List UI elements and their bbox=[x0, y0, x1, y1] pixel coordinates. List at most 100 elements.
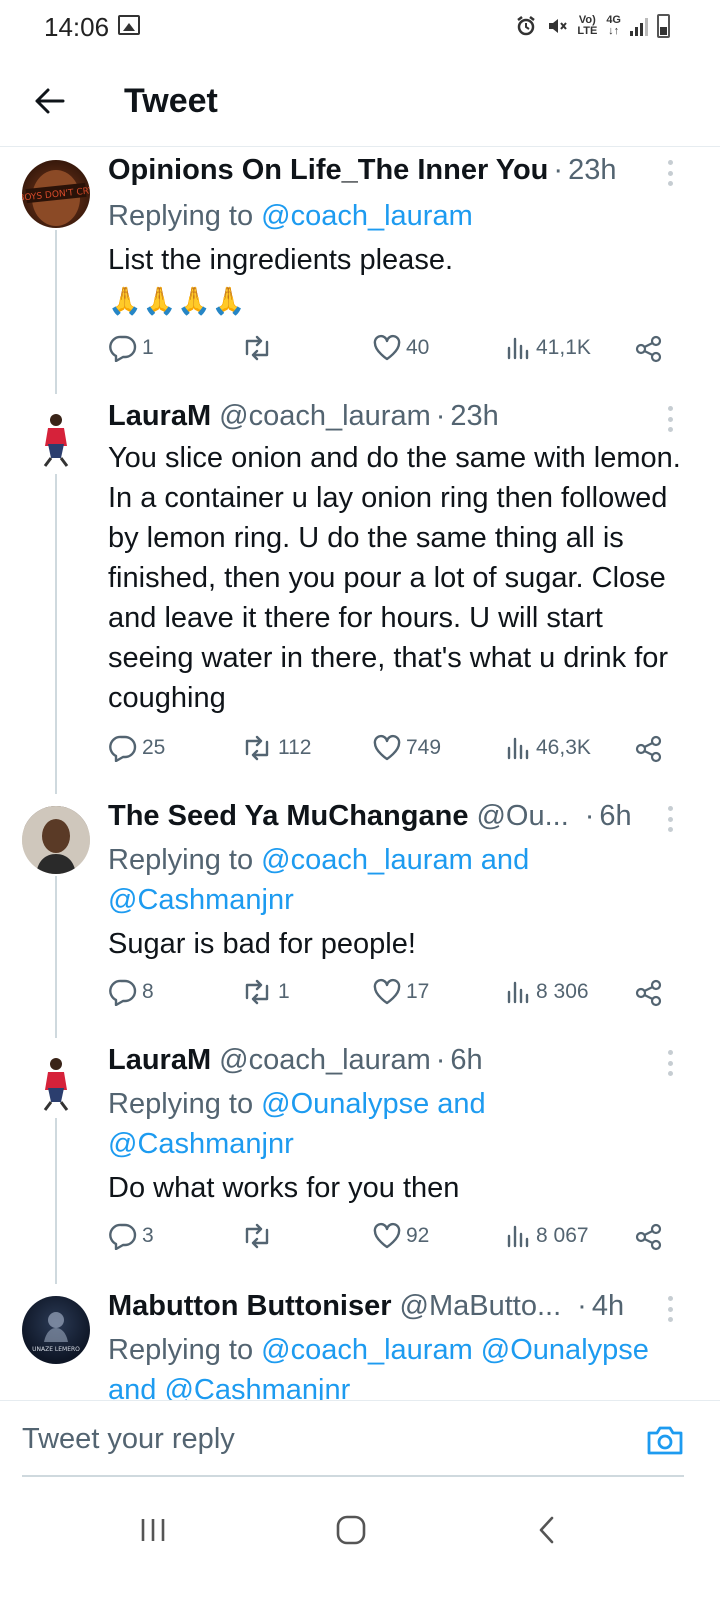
reply-count: 8 bbox=[142, 980, 154, 1003]
system-nav-bar bbox=[0, 1480, 720, 1600]
tweet-0[interactable]: BOYS DON'T CRY Opinions On Life_The Inne… bbox=[0, 148, 720, 394]
avatar[interactable]: UNAZE LEMERO bbox=[22, 1296, 90, 1364]
thread-line bbox=[55, 1118, 57, 1284]
avatar[interactable] bbox=[22, 406, 90, 474]
like-icon bbox=[373, 978, 401, 1005]
more-icon[interactable] bbox=[660, 1050, 680, 1076]
tweet-3[interactable]: LauraM @coach_lauram · 6h Replying to @O… bbox=[0, 1038, 720, 1284]
avatar-image: BOYS DON'T CRY bbox=[22, 170, 90, 226]
tweet-header: LauraM @coach_lauram · 23h bbox=[108, 400, 660, 433]
share-icon bbox=[635, 1223, 662, 1251]
like-icon bbox=[373, 334, 401, 361]
separator-dot: · bbox=[435, 400, 446, 432]
replying-to: Replying to @coach_lauram bbox=[108, 200, 473, 232]
retweet-button[interactable]: 112 bbox=[240, 734, 311, 762]
tweet-text: Do what works for you then bbox=[108, 1172, 460, 1204]
views-icon bbox=[507, 337, 529, 360]
reply-button[interactable]: 8 bbox=[108, 978, 154, 1006]
separator-dot: · bbox=[577, 1290, 587, 1322]
back-nav-button[interactable] bbox=[512, 1506, 582, 1554]
more-icon[interactable] bbox=[660, 160, 680, 186]
like-button[interactable]: 92 bbox=[372, 1222, 429, 1250]
tweet-time: 23h bbox=[450, 400, 499, 432]
share-button[interactable] bbox=[634, 978, 664, 1008]
more-icon[interactable] bbox=[660, 806, 680, 832]
battery-icon bbox=[657, 14, 670, 38]
tweet-time: 6h bbox=[450, 1044, 483, 1076]
replying-to: Replying to @Ounalypse and @Cashmanjnr bbox=[108, 1088, 486, 1160]
share-button[interactable] bbox=[634, 334, 664, 364]
views-count: 46,3K bbox=[536, 736, 591, 759]
retweet-button[interactable]: 1 bbox=[240, 978, 290, 1006]
reply-thread[interactable]: BOYS DON'T CRY Opinions On Life_The Inne… bbox=[0, 148, 720, 1400]
tweet-4[interactable]: UNAZE LEMERO Mabutton Buttoniser @MaButt… bbox=[0, 1284, 720, 1400]
reply-button[interactable]: 25 bbox=[108, 734, 165, 762]
thread-line bbox=[55, 876, 57, 1038]
reply-icon bbox=[109, 735, 137, 762]
author-name[interactable]: The Seed Ya MuChangane bbox=[108, 800, 468, 833]
share-button[interactable] bbox=[634, 1222, 664, 1252]
like-button[interactable]: 17 bbox=[372, 978, 429, 1006]
tweet-header: The Seed Ya MuChangane @Ou... · 6h bbox=[108, 800, 660, 833]
views-button[interactable]: 8 306 bbox=[506, 978, 589, 1006]
mention-link[interactable]: @coach_lauram bbox=[261, 200, 473, 232]
status-icons: Vo) LTE 4G ↓↑ bbox=[515, 14, 670, 38]
gallery-notification-icon bbox=[118, 15, 140, 35]
recents-nav-button[interactable] bbox=[118, 1506, 188, 1554]
retweet-icon bbox=[245, 735, 269, 761]
views-count: 8 306 bbox=[536, 980, 589, 1003]
retweet-icon bbox=[245, 335, 269, 361]
like-count: 40 bbox=[406, 336, 430, 359]
like-count: 17 bbox=[406, 980, 430, 1003]
retweet-count: 112 bbox=[278, 736, 312, 759]
more-icon[interactable] bbox=[660, 406, 680, 432]
back-button[interactable] bbox=[26, 78, 72, 124]
thread-line bbox=[55, 474, 57, 794]
views-button[interactable]: 41,1K bbox=[506, 334, 591, 362]
retweet-button[interactable] bbox=[240, 334, 278, 362]
reply-count: 3 bbox=[142, 1224, 154, 1247]
tweet-time: 6h bbox=[599, 800, 632, 832]
author-name[interactable]: Opinions On Life_The Inner You bbox=[108, 154, 548, 187]
emoji-line: 🙏🙏🙏🙏 bbox=[108, 286, 247, 317]
like-button[interactable]: 749 bbox=[372, 734, 441, 762]
retweet-button[interactable] bbox=[240, 1222, 278, 1250]
author-handle[interactable]: @MaButto... bbox=[400, 1290, 562, 1323]
views-button[interactable]: 46,3K bbox=[506, 734, 591, 762]
avatar-text: UNAZE LEMERO bbox=[32, 1346, 80, 1353]
more-icon[interactable] bbox=[660, 1296, 680, 1322]
author-name[interactable]: Mabutton Buttoniser bbox=[108, 1290, 392, 1323]
tweet-time: 4h bbox=[591, 1290, 625, 1322]
avatar-image bbox=[43, 1058, 69, 1111]
tweet-1[interactable]: LauraM @coach_lauram · 23h You slice oni… bbox=[0, 394, 720, 794]
like-icon bbox=[373, 1222, 401, 1249]
author-name[interactable]: LauraM bbox=[108, 1044, 211, 1077]
camera-button[interactable] bbox=[646, 1423, 684, 1459]
signal-icon bbox=[630, 16, 648, 36]
avatar-image: UNAZE LEMERO bbox=[32, 1312, 80, 1353]
views-button[interactable]: 8 067 bbox=[506, 1222, 589, 1250]
author-handle[interactable]: @coach_lauram bbox=[219, 400, 431, 433]
views-count: 8 067 bbox=[536, 1224, 589, 1247]
share-button[interactable] bbox=[634, 734, 664, 764]
author-name[interactable]: LauraM bbox=[108, 400, 211, 433]
avatar[interactable] bbox=[22, 1050, 90, 1118]
author-handle[interactable]: @coach_lauram bbox=[219, 1044, 431, 1077]
replying-to: Replying to @coach_lauram @Ounalypse and… bbox=[108, 1330, 680, 1400]
page-title: Tweet bbox=[124, 82, 218, 120]
reply-button[interactable]: 1 bbox=[108, 334, 154, 362]
avatar[interactable]: BOYS DON'T CRY bbox=[22, 160, 90, 228]
reply-composer bbox=[0, 1400, 720, 1477]
retweet-icon bbox=[245, 1223, 269, 1249]
reply-button[interactable]: 3 bbox=[108, 1222, 154, 1250]
home-nav-button[interactable] bbox=[316, 1506, 386, 1554]
like-button[interactable]: 40 bbox=[372, 334, 429, 362]
tweet-reply-input[interactable] bbox=[22, 1419, 622, 1459]
views-icon bbox=[507, 1225, 529, 1248]
like-count: 92 bbox=[406, 1224, 430, 1247]
tweet-2[interactable]: The Seed Ya MuChangane @Ou... · 6h Reply… bbox=[0, 794, 720, 1038]
reply-count: 25 bbox=[142, 736, 166, 759]
avatar[interactable] bbox=[22, 806, 90, 874]
author-handle[interactable]: @Ou... bbox=[476, 800, 568, 833]
separator-dot: · bbox=[553, 154, 564, 186]
